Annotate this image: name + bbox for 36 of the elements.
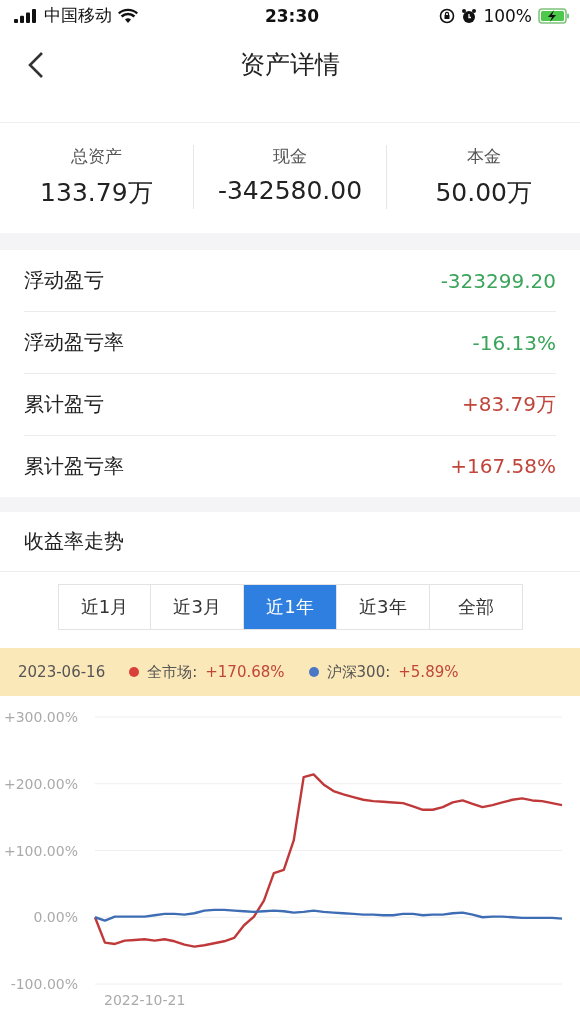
summary-label: 总资产: [70, 144, 122, 168]
carrier-name: 中国移动: [44, 4, 112, 28]
clock-time: 23:30: [264, 5, 320, 26]
metric-label: 浮动盈亏: [24, 267, 104, 295]
metric-value: -323299.20: [440, 268, 556, 293]
legend-name: 沪深300:: [326, 662, 391, 682]
alarm-icon: [461, 7, 478, 24]
legend-date: 2023-06-16: [18, 663, 106, 682]
axis-label: +300.00%: [3, 709, 78, 725]
summary-value: 133.79万: [40, 176, 153, 209]
summary-value: 50.00万: [435, 176, 532, 209]
legend-value: +5.89%: [398, 663, 459, 682]
axis-label: 2022-10-21: [104, 992, 186, 1008]
battery-percent: 100%: [483, 5, 532, 26]
axis-label: 0.00%: [33, 909, 78, 926]
rotation-lock-icon: [439, 7, 456, 24]
metric-label: 累计盈亏: [24, 390, 104, 418]
metric-label: 累计盈亏率: [24, 452, 124, 480]
summary-label: 现金: [273, 144, 307, 168]
wifi-icon: [118, 8, 138, 24]
metric-label: 浮动盈亏率: [24, 329, 124, 357]
axis-label: -100.00%: [10, 976, 78, 992]
battery-charging-icon: [538, 7, 570, 24]
page-title: 资产详情: [240, 49, 340, 82]
signal-icon: [14, 8, 38, 23]
metric-value: +83.79万: [462, 390, 556, 418]
legend-name: 全市场:: [147, 662, 198, 682]
legend-value: +170.68%: [205, 663, 285, 682]
axis-label: +100.00%: [3, 842, 78, 859]
metric-value: -16.13%: [472, 330, 556, 355]
summary-value: -342580.00: [217, 175, 363, 205]
metric-value: +167.58%: [450, 454, 556, 479]
range-tab[interactable]: 近1年: [243, 585, 336, 630]
summary-label: 本金: [466, 144, 501, 168]
section-title: 收益率走势: [0, 512, 580, 573]
axis-label: +200.00%: [3, 775, 78, 792]
